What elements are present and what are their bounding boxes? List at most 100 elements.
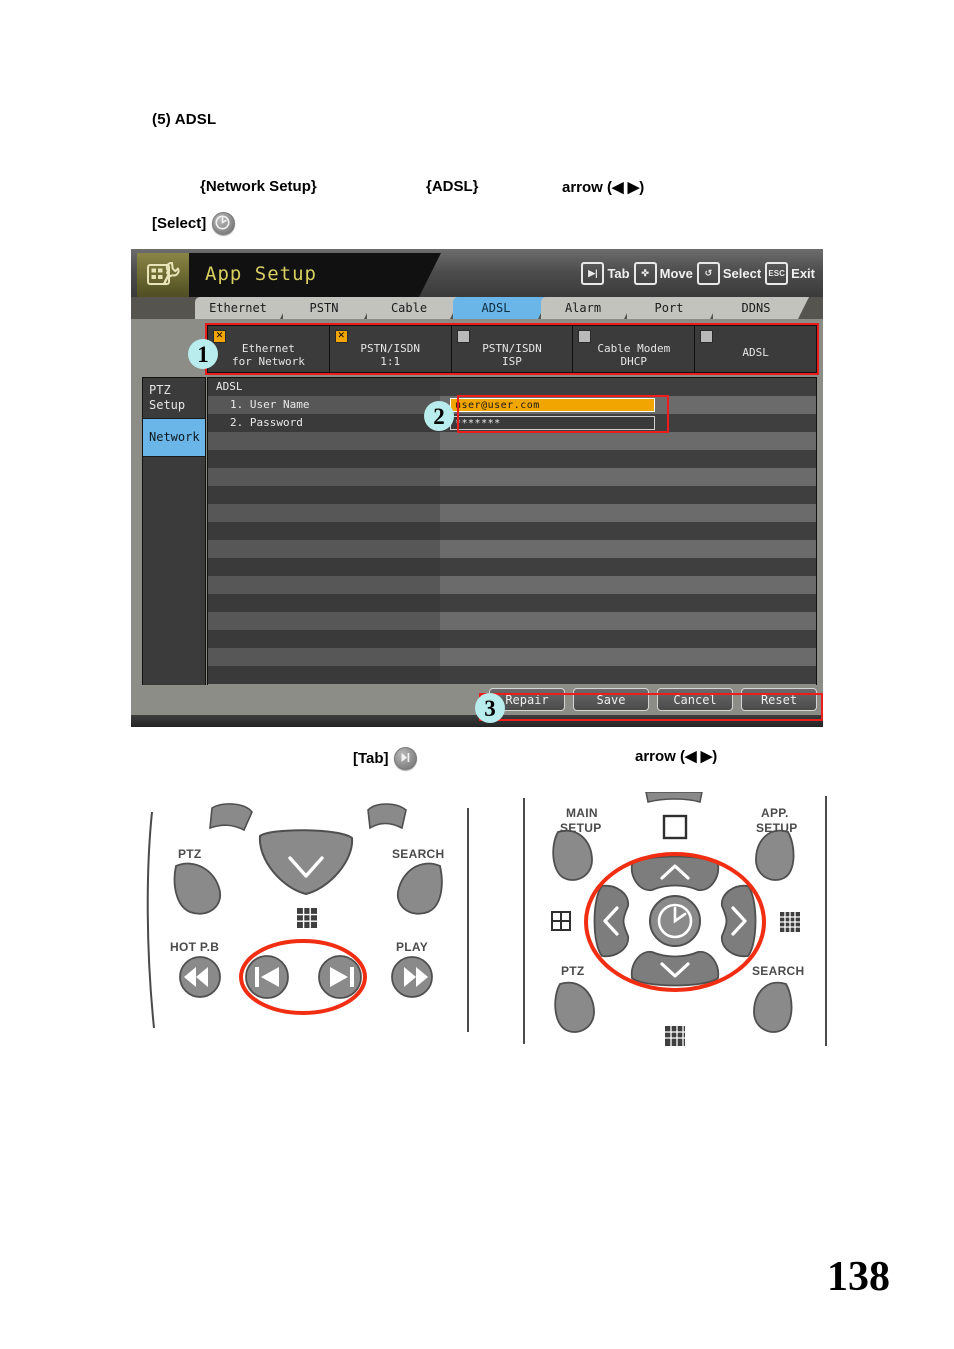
checkbox-ethernet-for-network[interactable]: ✕	[213, 330, 226, 343]
remote-right-label-ptz: PTZ	[561, 964, 585, 978]
remote-left-label-hotpb: HOT P.B	[170, 940, 220, 954]
table-row	[208, 630, 816, 648]
user-name-label: 1. User Name	[230, 398, 310, 411]
save-button[interactable]: Save	[573, 688, 649, 711]
option-label-line1: PSTN/ISDN	[360, 342, 420, 355]
row-left-cell	[208, 630, 440, 648]
single-view-icon	[662, 814, 688, 840]
checkbox-adsl[interactable]	[700, 330, 714, 343]
row-right-cell	[440, 378, 816, 396]
option-adsl[interactable]: ADSL	[695, 326, 816, 372]
table-row-user-name: user@user.com 1. User Name	[208, 396, 816, 414]
row-left-cell	[208, 486, 440, 504]
tab-adsl[interactable]: ADSL	[453, 297, 549, 319]
option-cable-modem-dhcp[interactable]: Cable Modem DHCP	[573, 326, 696, 372]
password-input[interactable]: *******	[450, 416, 655, 430]
table-row	[208, 468, 816, 486]
row-right-cell	[440, 612, 816, 630]
sidebar-item-label-line2: Setup	[149, 398, 186, 412]
tab-pstn[interactable]: PSTN	[283, 297, 375, 319]
table-row	[208, 450, 816, 468]
page-title: (5) ADSL	[152, 111, 217, 128]
table-row	[208, 576, 816, 594]
table-row	[208, 504, 816, 522]
option-label-line2: ISP	[502, 355, 522, 368]
tab-port[interactable]: Port	[627, 297, 721, 319]
password-label: 2. Password	[230, 416, 303, 429]
remote-left-diagram: PTZ SEARCH HOT P.B PLAY	[140, 800, 480, 1035]
page-number: 138	[827, 1254, 890, 1300]
row-left-cell	[208, 522, 440, 540]
step-adsl: {ADSL}	[426, 178, 479, 195]
option-label: PSTN/ISDN 1:1	[360, 342, 420, 368]
table-row-password: ******* 2. Password	[208, 414, 816, 432]
row-right-cell	[440, 468, 816, 486]
option-label: Ethernet for Network	[232, 342, 305, 368]
network-mode-options: ✕ Ethernet for Network ✕ PSTN/ISDN 1:1 P…	[207, 325, 817, 373]
table-row	[208, 594, 816, 612]
row-right-cell	[440, 666, 816, 684]
option-label: Cable Modem DHCP	[597, 342, 670, 368]
hint-move-label: Move	[659, 266, 693, 281]
tab-icon: ▶|	[581, 262, 605, 285]
tab-ethernet[interactable]: Ethernet	[195, 297, 291, 319]
cancel-button[interactable]: Cancel	[657, 688, 733, 711]
tab-alarm[interactable]: Alarm	[541, 297, 635, 319]
action-buttons: Repair Save Cancel Reset	[489, 688, 817, 711]
dvr-screenshot-panel: App Setup ▶| Tab ✜ Move ↺ Select ESC Exi…	[131, 249, 823, 727]
user-name-input[interactable]: user@user.com	[450, 398, 655, 412]
table-row	[208, 648, 816, 666]
sidebar-item-ptz-setup[interactable]: PTZ Setup	[143, 378, 205, 419]
row-left-cell	[208, 666, 440, 684]
checkbox-pstn-isdn-isp[interactable]	[456, 330, 470, 343]
tab-cable[interactable]: Cable	[367, 297, 461, 319]
caption-arrow: arrow (◀ ▶)	[635, 748, 718, 765]
table-row	[208, 612, 816, 630]
table-row-section-header: ADSL	[208, 378, 816, 396]
tab-strip: Ethernet PSTN Cable ADSL Alarm Port DDNS	[131, 297, 823, 319]
remote-right-label-search: SEARCH	[752, 964, 805, 978]
option-pstn-isdn-isp[interactable]: PSTN/ISDN ISP	[452, 326, 574, 372]
table-row	[208, 522, 816, 540]
select-instruction: [Select]	[152, 212, 236, 235]
caption-instruction: [Tab] arrow (◀ ▶)	[152, 745, 852, 771]
app-titlebar: App Setup ▶| Tab ✜ Move ↺ Select ESC Exi…	[131, 249, 823, 297]
sidebar-item-network[interactable]: Network	[143, 419, 205, 457]
move-icon: ✜	[633, 262, 657, 285]
esc-icon: ESC	[765, 262, 789, 285]
row-right-cell	[440, 648, 816, 666]
row-left-cell	[208, 468, 440, 486]
option-label-line1: ADSL	[742, 346, 769, 359]
grid-icon	[297, 908, 317, 928]
hint-exit: ESC Exit	[765, 262, 815, 285]
row-right-cell	[440, 450, 816, 468]
table-row	[208, 666, 816, 684]
select-icon: ↺	[696, 262, 720, 285]
row-right-cell: *******	[440, 414, 816, 432]
step-arrow-keys: arrow (◀ ▶)	[562, 179, 645, 196]
table-row	[208, 540, 816, 558]
row-right-cell	[440, 630, 816, 648]
grid16-view-icon	[780, 912, 800, 932]
option-pstn-isdn-1to1[interactable]: ✕ PSTN/ISDN 1:1	[330, 326, 452, 372]
checkbox-pstn-isdn-1to1[interactable]: ✕	[334, 330, 348, 343]
key-hints: ▶| Tab ✜ Move ↺ Select ESC Exit	[581, 262, 815, 285]
remote-right-label-app-setup-line2: SETUP	[756, 821, 798, 835]
setup-wrench-icon	[137, 253, 189, 297]
checkbox-cable-modem-dhcp[interactable]	[578, 330, 592, 343]
row-right-cell	[440, 486, 816, 504]
step-network-setup: {Network Setup}	[200, 178, 317, 195]
option-label-line2: DHCP	[620, 355, 648, 368]
row-left-cell	[208, 504, 440, 522]
settings-sidebar: PTZ Setup Network	[142, 377, 206, 693]
hint-tab: ▶| Tab	[581, 262, 630, 285]
callout-2: 2	[424, 401, 454, 431]
remote-right-label-app-setup-line1: APP.	[761, 806, 789, 820]
row-left-cell	[208, 450, 440, 468]
option-ethernet-for-network[interactable]: ✕ Ethernet for Network	[208, 326, 330, 372]
table-row	[208, 486, 816, 504]
row-right-cell: user@user.com	[440, 396, 816, 414]
reset-button[interactable]: Reset	[741, 688, 817, 711]
tab-ddns[interactable]: DDNS	[713, 297, 809, 319]
remote-right-label-main-setup-line2: SETUP	[560, 821, 602, 835]
